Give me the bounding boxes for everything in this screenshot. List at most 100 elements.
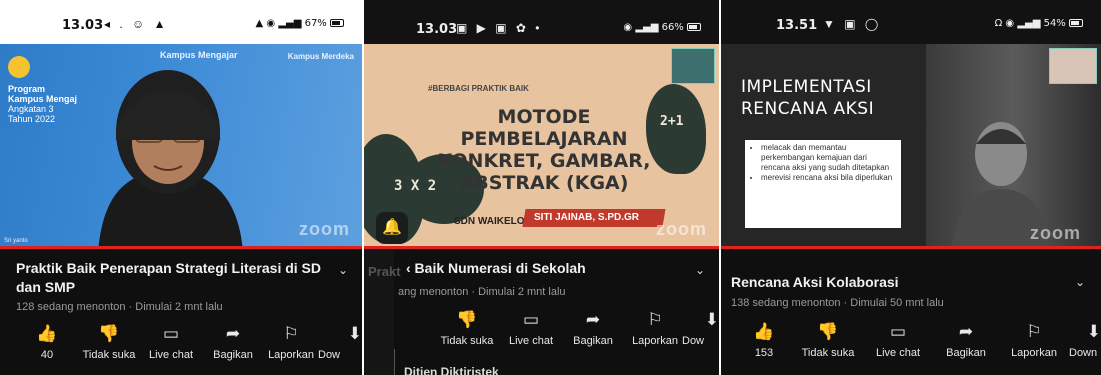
system-status: ▲ ◉ ▂▄▆ 67% (256, 18, 344, 29)
video-player[interactable]: IMPLEMENTASI RENCANA AKSI melacak dan me… (721, 44, 1101, 248)
system-status: ◉ ▂▄▆ 66% (623, 22, 701, 33)
share-label: Bagikan (213, 349, 253, 361)
report-label: Laporkan (632, 335, 678, 347)
report-button[interactable]: ⚐ Laporkan (624, 309, 686, 347)
slide-title-line: ABSTRAK (KGA) (459, 172, 629, 194)
program-line: Program (8, 84, 46, 94)
download-button[interactable]: ⬇ Dow (682, 309, 719, 347)
dislike-label: Tidak suka (440, 335, 494, 347)
video-title[interactable]: Praktik Baik Penerapan Strategi Literasi… (16, 259, 326, 297)
action-bar: 👍 153 👎 Tidak suka ▭ Live chat ➦ Bagikan ⚐ La… (721, 321, 1101, 371)
notification-icons: ◂ . ☺ ▲ (104, 17, 169, 31)
share-icon: ➦ (585, 310, 601, 330)
kampus-mengajar-logo: Kampus Mengajar (160, 50, 238, 60)
ministry-logo-icon (8, 56, 30, 78)
program-line: Angkatan 3 (8, 104, 54, 114)
zoom-watermark: zoom (656, 219, 707, 239)
sheet-divider (394, 349, 395, 375)
report-label: Laporkan (268, 349, 314, 361)
screenshot-panel-1: 13.03 ◂ . ☺ ▲ ▲ ◉ ▂▄▆ 67% Kampus Mengaja… (0, 0, 362, 375)
live-chat-icon: ▭ (889, 322, 907, 342)
slide-bullet: melacak dan memantau perkembangan kemaju… (761, 143, 897, 173)
status-time: 13.03 (62, 18, 104, 33)
video-title[interactable]: Rencana Aksi Kolaborasi (731, 273, 1041, 292)
battery-percent: 67% (304, 18, 327, 29)
thumbs-down-icon: 👎 (456, 310, 478, 330)
notification-icons: ▣ ▶ ▣ ✿ • (456, 21, 543, 35)
expand-chevron-icon[interactable]: ⌄ (338, 263, 348, 277)
thumbs-down-icon: 👎 (817, 322, 839, 342)
slide-heading-line: IMPLEMENTASI (741, 77, 872, 97)
live-chat-label: Live chat (148, 349, 194, 361)
report-button[interactable]: ⚐ Laporkan (260, 323, 322, 361)
like-button[interactable]: 👍 40 (16, 323, 78, 361)
speaker-video-image (98, 70, 243, 248)
flag-icon: ⚐ (647, 310, 663, 330)
dislike-button[interactable]: 👎 Tidak suka (797, 321, 859, 359)
dislike-button[interactable]: 👎 Tidak suka (436, 309, 498, 347)
expand-chevron-icon[interactable]: ⌄ (1075, 275, 1085, 289)
video-info: Praktik Baik Penerapan Strategi Literasi… (0, 249, 362, 375)
screenshot-panel-2: 13.03 ▣ ▶ ▣ ✿ • ◉ ▂▄▆ 66% 3 X 2 2+1 #BER… (364, 0, 719, 375)
dislike-label: Tidak suka (82, 349, 136, 361)
video-player[interactable]: 3 X 2 2+1 #BERBAGI PRAKTIK BAIK MOTODE P… (364, 44, 719, 248)
video-meta: ang menonton · Dimulai 2 mnt lalu (398, 286, 566, 298)
status-time: 13.03 (416, 22, 458, 37)
download-icon: ⬇ (1086, 322, 1101, 342)
slide-bullet: merevisi rencana aksi bila diperlukan (761, 173, 897, 183)
share-icon: ➦ (958, 322, 974, 342)
download-icon: ⬇ (347, 324, 362, 344)
live-chat-button[interactable]: ▭ Live chat (140, 323, 202, 361)
status-time: 13.51 (776, 18, 818, 33)
battery-icon (330, 19, 344, 27)
share-button[interactable]: ➦ Bagikan (935, 321, 997, 359)
channel-name: Ditien Diktiristek (404, 365, 499, 375)
notification-icons: ▼ ▣ ◯ (823, 17, 882, 31)
live-chat-label: Live chat (508, 335, 554, 347)
download-label: Down (1069, 347, 1098, 359)
download-label: Dow (682, 335, 705, 347)
live-chat-icon: ▭ (522, 310, 540, 330)
report-button[interactable]: ⚐ Laporkan (1003, 321, 1065, 359)
like-button[interactable]: 👍 153 (733, 321, 795, 359)
download-button[interactable]: ⬇ Down (1069, 321, 1101, 359)
slide-author: SITI JAINAB, S.PD.GR (534, 212, 640, 223)
video-meta: 128 sedang menonton · Dimulai 2 mnt lalu (16, 301, 223, 313)
like-count: 40 (40, 349, 54, 361)
live-chat-button[interactable]: ▭ Live chat (867, 321, 929, 359)
share-button[interactable]: ➦ Bagikan (562, 309, 624, 347)
download-label: Dow (318, 349, 341, 361)
participant-name: Sri yanto (4, 238, 28, 244)
action-bar: 👍 40 👎 Tidak suka ▭ Live chat ➦ Bagikan ⚐ Lap… (0, 323, 362, 373)
expand-chevron-icon[interactable]: ⌄ (695, 263, 705, 277)
slide-title-line: MOTODE PEMBELAJARAN (460, 106, 628, 150)
video-info: Prakt ‹ Baik Numerasi di Sekolah ⌄ ang m… (364, 249, 719, 375)
program-line: Kampus Mengaj (8, 94, 78, 104)
flag-icon: ⚐ (1026, 322, 1042, 342)
share-button[interactable]: ➦ Bagikan (202, 323, 264, 361)
dislike-button[interactable]: 👎 Tidak suka (78, 323, 140, 361)
status-bar: 13.51 ▼ ▣ ◯ Ω ◉ ▂▄▆ 54% (721, 0, 1101, 44)
battery-percent: 66% (661, 22, 684, 33)
zoom-watermark: zoom (299, 219, 350, 239)
slide-title: MOTODE PEMBELAJARAN KONKRET, GAMBAR, ABS… (414, 106, 674, 194)
video-title[interactable]: ‹ Baik Numerasi di Sekolah (406, 259, 716, 278)
thumbs-up-icon: 👍 (36, 324, 58, 344)
video-player[interactable]: Kampus Mengajar Kampus Merdeka Program K… (0, 44, 362, 248)
screenshot-panel-3: 13.51 ▼ ▣ ◯ Ω ◉ ▂▄▆ 54% IMPLEMENTASI REN… (721, 0, 1101, 375)
notification-bell-icon[interactable]: 🔔 (376, 212, 408, 244)
live-chat-button[interactable]: ▭ Live chat (500, 309, 562, 347)
kampus-merdeka-logo: Kampus Merdeka (287, 52, 354, 61)
flag-icon: ⚐ (283, 324, 299, 344)
share-label: Bagikan (946, 347, 986, 359)
download-button[interactable]: ⬇ Dow (318, 323, 362, 361)
status-bar: 13.03 ▣ ▶ ▣ ✿ • ◉ ▂▄▆ 66% (364, 0, 719, 44)
ghost-title: Prakt (368, 264, 401, 279)
dislike-label: Tidak suka (801, 347, 855, 359)
battery-icon (687, 23, 701, 31)
participant-thumbnail (1049, 48, 1097, 84)
slide-tag: #BERBAGI PRAKTIK BAIK (428, 84, 529, 93)
thumbs-up-icon: 👍 (753, 322, 775, 342)
slide-title-line: KONKRET, GAMBAR, (437, 150, 651, 172)
battery-percent: 54% (1043, 18, 1066, 29)
